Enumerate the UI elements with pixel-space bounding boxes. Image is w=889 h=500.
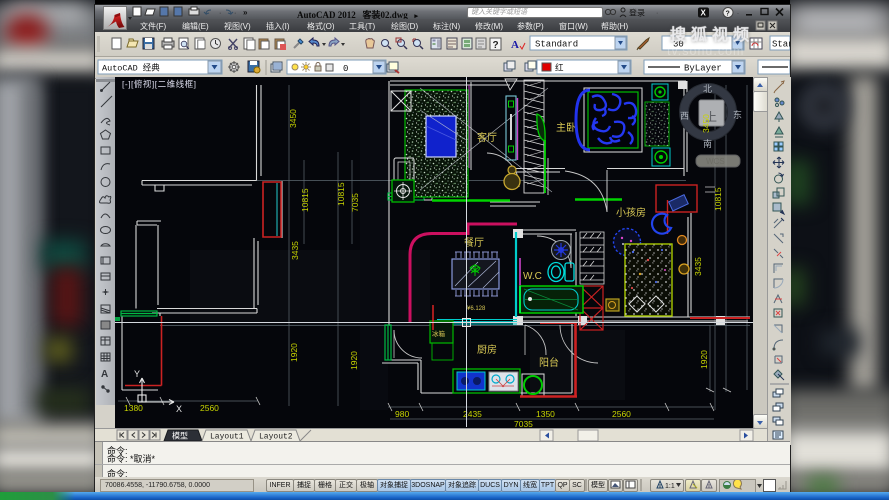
svg-text:Standard: Standard (535, 40, 578, 50)
svg-text:A: A (101, 369, 108, 380)
svg-text:AutoCAD 经典: AutoCAD 经典 (102, 63, 160, 74)
svg-text:W.C: W.C (523, 271, 542, 282)
svg-text:¥6.128: ¥6.128 (467, 306, 486, 312)
svg-text:3435: 3435 (290, 241, 300, 260)
svg-text:1350: 1350 (536, 409, 555, 419)
svg-text:冰箱: 冰箱 (432, 329, 446, 338)
svg-text:ByLayer: ByLayer (684, 64, 722, 74)
svg-text:·: · (219, 10, 221, 17)
svg-text:1920: 1920 (699, 350, 709, 369)
svg-text:10815: 10815 (713, 187, 723, 211)
svg-text:客厅: 客厅 (477, 131, 497, 144)
svg-text:A: A (511, 39, 519, 51)
svg-text:[-][俯视][二维线框]: [-][俯视][二维线框] (122, 79, 197, 89)
svg-text:·: · (656, 10, 658, 17)
svg-text:2560: 2560 (612, 409, 631, 419)
svg-text:10815: 10815 (300, 188, 310, 212)
svg-text:Y: Y (134, 369, 140, 379)
svg-text:10815: 10815 (336, 182, 346, 206)
svg-text:WCS: WCS (706, 157, 725, 166)
svg-text:东: 东 (733, 109, 742, 120)
svg-text:»: » (243, 8, 248, 17)
svg-text:980: 980 (395, 409, 409, 419)
svg-text:西: 西 (680, 111, 689, 121)
svg-text:厨房: 厨房 (477, 343, 497, 356)
svg-text:模型: 模型 (172, 431, 188, 441)
svg-text:1380: 1380 (124, 403, 143, 413)
svg-text:小孩房: 小孩房 (616, 206, 646, 219)
svg-text:2560: 2560 (200, 403, 219, 413)
svg-text:登录: 登录 (629, 8, 645, 18)
svg-text:1920: 1920 (289, 343, 299, 362)
svg-text:1920: 1920 (349, 351, 359, 370)
svg-text:主卧: 主卧 (556, 121, 576, 134)
svg-text:·: · (234, 10, 236, 17)
svg-text:3435: 3435 (693, 257, 703, 276)
svg-text:南: 南 (703, 138, 712, 149)
svg-text:阳台: 阳台 (539, 356, 559, 369)
svg-text:3450: 3450 (288, 109, 298, 128)
svg-text:X: X (176, 404, 182, 414)
svg-text:·: · (737, 11, 739, 17)
svg-text:?: ? (493, 40, 499, 51)
svg-text:7035: 7035 (514, 419, 533, 427)
svg-text:1:1: 1:1 (665, 483, 675, 489)
svg-text:红: 红 (555, 63, 564, 73)
svg-text:7035: 7035 (350, 193, 360, 212)
svg-text:北: 北 (703, 84, 712, 94)
svg-text:?: ? (726, 11, 730, 18)
svg-text:3450: 3450 (701, 114, 711, 133)
svg-text:X: X (701, 9, 707, 18)
svg-text:2435: 2435 (463, 409, 482, 419)
svg-text:0: 0 (343, 64, 348, 74)
